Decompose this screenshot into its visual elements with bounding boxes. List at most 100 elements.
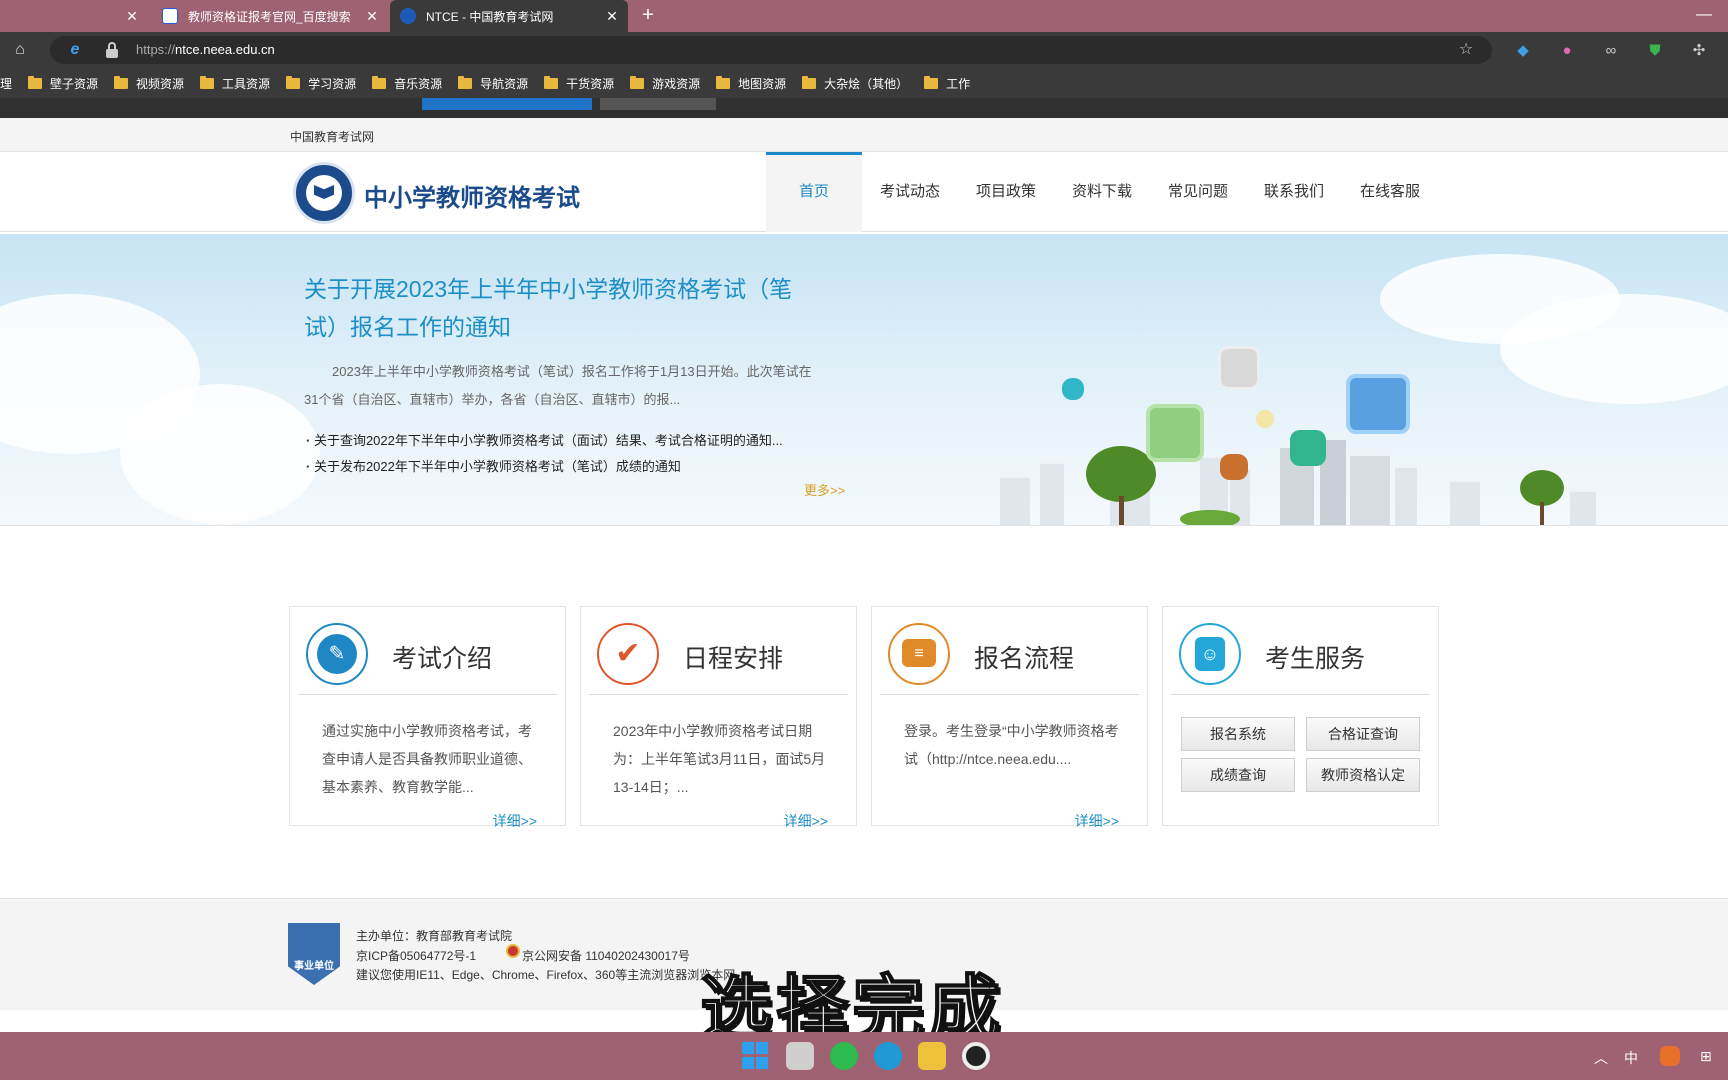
- news-link[interactable]: 关于查询2022年下半年中小学教师资格考试（面试）结果、考试合格证明的通知...: [306, 428, 846, 454]
- card-detail-link[interactable]: 详细>>: [493, 811, 537, 831]
- bookmark-folder[interactable]: 音乐资源: [372, 75, 442, 92]
- windows-taskbar: ︿ 中 ⊞: [0, 1032, 1728, 1080]
- card-detail-link[interactable]: 详细>>: [1075, 811, 1119, 831]
- folder-icon: [924, 75, 939, 89]
- folder-icon: [716, 75, 731, 89]
- tab-title: 教师资格证报考官网_百度搜索: [188, 9, 351, 24]
- folder-icon: [372, 75, 387, 89]
- bookmarks-bar: 理 壁子资源 视频资源 工具资源 学习资源 音乐资源 导航资源 干货资源 游戏资…: [0, 68, 1728, 98]
- browser-tab-ntce-active[interactable]: NTCE - 中国教育考试网 ✕: [390, 0, 628, 32]
- floating-cube-decoration: [1346, 374, 1410, 434]
- nav-contact[interactable]: 联系我们: [1246, 152, 1342, 232]
- folder-icon: [114, 75, 129, 89]
- task-view-icon[interactable]: [786, 1042, 814, 1070]
- card-schedule: ✔ 日程安排 2023年中小学教师资格考试日期为：上半年笔试3月11日，面试5月…: [580, 606, 857, 829]
- police-badge-icon: [506, 944, 520, 958]
- folder-icon: [802, 75, 817, 89]
- teacher-qualification-button[interactable]: 教师资格认定: [1306, 758, 1420, 792]
- card-exam-intro: ✎ 考试介绍 通过实施中小学教师资格考试，考查申请人是否具备教师职业道德、基本素…: [289, 606, 566, 829]
- nav-downloads[interactable]: 资料下载: [1054, 152, 1150, 232]
- certificate-query-button[interactable]: 合格证查询: [1306, 717, 1420, 751]
- news-link[interactable]: 关于发布2022年下半年中小学教师资格考试（笔试）成绩的通知: [306, 454, 846, 480]
- bookmark-folder[interactable]: 游戏资源: [630, 75, 700, 92]
- minimize-icon[interactable]: —: [1694, 6, 1714, 26]
- browser-tab-baidu[interactable]: 教师资格证报考官网_百度搜索 ✕: [152, 0, 388, 32]
- card-title[interactable]: 报名流程: [974, 639, 1074, 675]
- ime-indicator[interactable]: 中: [1624, 1048, 1638, 1068]
- card-body: 通过实施中小学教师资格考试，考查申请人是否具备教师职业道德、基本素养、教育教学能…: [322, 723, 532, 795]
- headline-news-link[interactable]: 关于开展2023年上半年中小学教师资格考试（笔试）报名工作的通知: [304, 270, 824, 346]
- extension-icon[interactable]: ◆: [1512, 40, 1534, 62]
- card-candidate-services: ☺ 考生服务 报名系统 合格证查询 成绩查询 教师资格认定: [1162, 606, 1439, 826]
- registration-form-icon: ≡: [888, 623, 950, 685]
- headline-summary: 2023年上半年中小学教师资格考试（笔试）报名工作将于1月13日开始。此次笔试在…: [304, 364, 812, 407]
- folder-icon: [200, 75, 215, 89]
- footer-police-link[interactable]: 京公网安备 11040202430017号: [522, 947, 690, 964]
- browser-tab-bar: ✕ 教师资格证报考官网_百度搜索 ✕ NTCE - 中国教育考试网 ✕ + —: [0, 0, 1728, 32]
- nav-exam-news[interactable]: 考试动态: [862, 152, 958, 232]
- file-explorer-icon[interactable]: [918, 1042, 946, 1070]
- lock-icon[interactable]: [106, 42, 118, 58]
- extension-icon[interactable]: ●: [1556, 40, 1578, 62]
- public-institution-badge-icon[interactable]: 事业单位: [288, 923, 340, 985]
- wechat-icon[interactable]: [830, 1042, 858, 1070]
- web-page: 中国教育考试网 中小学教师资格考试 首页 考试动态 项目政策 资料下载 常见问题…: [0, 98, 1728, 1032]
- footer-icp-link[interactable]: 京ICP备05064772号-1: [356, 947, 476, 964]
- tray-expand-icon[interactable]: ︿: [1594, 1048, 1608, 1068]
- site-crumb-link[interactable]: 中国教育考试网: [290, 128, 374, 145]
- close-tab-icon[interactable]: ✕: [124, 8, 140, 24]
- infinity-extension-icon[interactable]: ∞: [1600, 40, 1622, 62]
- bookmark-folder[interactable]: 壁子资源: [28, 75, 98, 92]
- folder-icon: [286, 75, 301, 89]
- bookmark-folder[interactable]: 导航资源: [458, 75, 528, 92]
- folder-icon: [544, 75, 559, 89]
- edge-browser-icon[interactable]: [874, 1042, 902, 1070]
- new-tab-icon[interactable]: +: [636, 4, 660, 28]
- card-detail-link[interactable]: 详细>>: [784, 811, 828, 831]
- nav-faq[interactable]: 常见问题: [1150, 152, 1246, 232]
- floating-cube-decoration: [1256, 410, 1274, 428]
- floating-cube-decoration: [1062, 378, 1084, 400]
- site-logo-text[interactable]: 中小学教师资格考试: [364, 178, 580, 213]
- network-icon[interactable]: ⊞: [1700, 1048, 1712, 1065]
- close-tab-icon[interactable]: ✕: [364, 8, 380, 24]
- folder-icon: [28, 75, 43, 89]
- nav-online-service[interactable]: 在线客服: [1342, 152, 1438, 232]
- registration-system-button[interactable]: 报名系统: [1181, 717, 1295, 751]
- news-banner: 关于开展2023年上半年中小学教师资格考试（笔试）报名工作的通知 2023年上半…: [0, 234, 1728, 526]
- card-title[interactable]: 考生服务: [1265, 639, 1365, 675]
- windows-start-icon[interactable]: [742, 1042, 770, 1070]
- floating-cube-decoration: [1290, 430, 1326, 466]
- card-registration-process: ≡ 报名流程 登录。考生登录“中小学教师资格考试（http://ntce.nee…: [871, 606, 1148, 829]
- browser-tab[interactable]: ✕: [0, 0, 148, 32]
- puzzle-extensions-icon[interactable]: ✣: [1688, 40, 1710, 62]
- home-icon[interactable]: ⌂: [10, 40, 30, 60]
- bookmark-folder[interactable]: 干货资源: [544, 75, 614, 92]
- card-body: 2023年中小学教师资格考试日期为：上半年笔试3月11日，面试5月13-14日；…: [613, 723, 826, 795]
- site-top-bar: 中国教育考试网: [0, 118, 1728, 152]
- sogou-ime-icon[interactable]: [1660, 1046, 1680, 1066]
- bookmark-folder[interactable]: 工具资源: [200, 75, 270, 92]
- baidu-favicon-icon: [162, 8, 178, 24]
- bookmark-folder[interactable]: 视频资源: [114, 75, 184, 92]
- card-title[interactable]: 考试介绍: [392, 639, 492, 675]
- nav-policy[interactable]: 项目政策: [958, 152, 1054, 232]
- score-query-button[interactable]: 成绩查询: [1181, 758, 1295, 792]
- bookmark-folder[interactable]: 地图资源: [716, 75, 786, 92]
- close-tab-icon[interactable]: ✕: [604, 8, 620, 24]
- bookmark-folder[interactable]: 学习资源: [286, 75, 356, 92]
- ntce-logo-icon[interactable]: [293, 162, 355, 224]
- more-news-link[interactable]: 更多>>: [804, 480, 845, 499]
- favorite-star-icon[interactable]: ☆: [1456, 40, 1476, 60]
- bookmark-folder[interactable]: 工作: [924, 75, 970, 92]
- folder-icon: [630, 75, 645, 89]
- ie-mode-icon[interactable]: e: [66, 41, 84, 59]
- bookmark-folder[interactable]: 大杂烩（其他）: [802, 75, 908, 92]
- card-title[interactable]: 日程安排: [683, 639, 783, 675]
- shield-extension-icon[interactable]: ⛊: [1644, 40, 1666, 62]
- screen-recorder-icon[interactable]: [962, 1042, 990, 1070]
- url-field[interactable]: e https://ntce.neea.edu.cn ☆: [50, 36, 1492, 64]
- nav-home[interactable]: 首页: [766, 152, 862, 232]
- footer-browser-tip: 建议您使用IE11、Edge、Chrome、Firefox、360等主流浏览器浏…: [356, 968, 736, 982]
- bookmark-item[interactable]: 理: [0, 75, 12, 92]
